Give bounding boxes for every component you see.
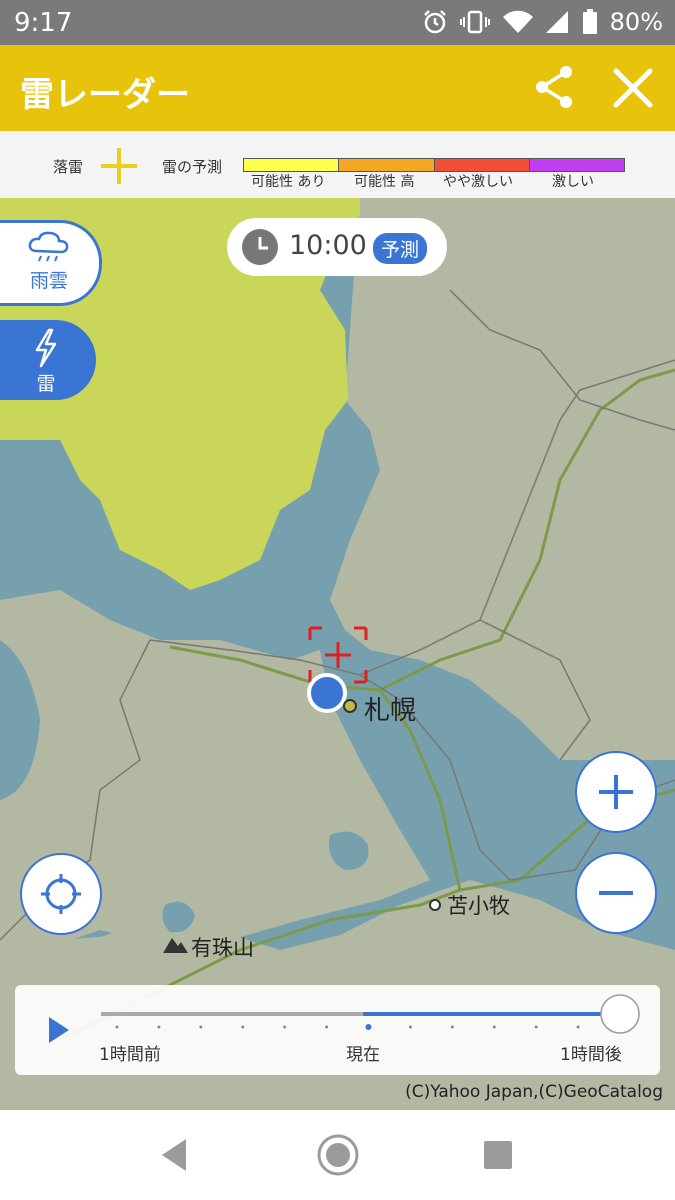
plus-icon	[599, 775, 633, 809]
clock-icon	[242, 229, 278, 265]
timeline-slider[interactable]	[95, 991, 655, 1041]
timeline-tick	[199, 1025, 203, 1029]
timeline-tick	[450, 1025, 454, 1029]
system-nav-bar	[0, 1110, 675, 1200]
battery-percent: 80%	[609, 8, 663, 36]
target-icon	[41, 874, 81, 914]
app-title: 雷レーダー	[20, 75, 190, 115]
timeline-panel: 1時間前 現在 1時間後	[15, 985, 660, 1075]
minus-icon	[599, 891, 633, 895]
layer-button-thunder[interactable]: 雷	[0, 320, 96, 400]
legend-level-label: 可能性 高	[354, 174, 415, 190]
legend-level-label: やや激しい	[443, 174, 513, 190]
forecast-time: 10:00	[289, 230, 367, 261]
forecast-badge: 予測	[373, 233, 428, 264]
legend-level-label: 可能性 あり	[251, 174, 326, 190]
layer-button-rain[interactable]: 雨雲	[0, 220, 102, 306]
battery-icon	[582, 9, 597, 34]
timeline-label-end: 1時間後	[560, 1045, 622, 1065]
status-time: 9:17	[14, 8, 73, 38]
status-bar: 9:17 80%	[0, 0, 675, 45]
place-label-sapporo: 札幌	[364, 696, 417, 726]
alarm-icon	[423, 10, 446, 34]
legend-swatch	[339, 159, 435, 171]
timeline-tick	[365, 1024, 372, 1030]
timeline-tick	[241, 1025, 245, 1029]
legend-swatch	[244, 159, 340, 171]
strike-label: 落雷	[53, 158, 84, 176]
lightning-icon	[35, 328, 57, 368]
wifi-icon	[502, 10, 533, 34]
layer-label-thunder: 雷	[36, 373, 56, 395]
legend-bar: 落雷 雷の予測 可能性 あり 可能性 高 やや激しい 激しい	[0, 131, 675, 198]
home-icon[interactable]	[316, 1133, 360, 1177]
current-location-marker	[307, 673, 347, 713]
lightning-strike-icon	[101, 148, 137, 184]
timeline-tick	[534, 1025, 538, 1029]
map-canvas[interactable]	[0, 198, 675, 1110]
rain-cloud-icon	[28, 231, 69, 262]
layer-label-rain: 雨雲	[29, 270, 68, 292]
forecast-time-display: 10:00 予測	[227, 218, 447, 276]
map-view[interactable]: 札幌 苫小牧 有珠山 雨雲 雷 10:00 予測 1時間前 現在 1時間後 (C…	[0, 198, 675, 1110]
signal-icon	[545, 11, 568, 33]
back-icon[interactable]	[158, 1137, 190, 1173]
sapporo-marker	[343, 699, 357, 713]
timeline-knob[interactable]	[600, 994, 640, 1034]
legend-swatch	[434, 159, 530, 171]
legend-color-scale	[243, 158, 625, 172]
timeline-tick	[492, 1025, 496, 1029]
map-copyright: (C)Yahoo Japan,(C)GeoCatalog	[405, 1082, 663, 1102]
forecast-label: 雷の予測	[162, 158, 223, 176]
tomakomai-marker	[429, 899, 441, 911]
legend-swatch	[529, 159, 624, 171]
timeline-tick	[408, 1025, 412, 1029]
vibrate-icon	[459, 10, 490, 34]
timeline-tick	[576, 1025, 580, 1029]
zoom-in-button[interactable]	[575, 751, 657, 833]
status-icons: 80%	[422, 8, 663, 36]
close-icon[interactable]	[608, 63, 658, 113]
timeline-tick	[157, 1025, 161, 1029]
share-icon[interactable]	[530, 63, 578, 111]
timeline-label-start: 1時間前	[99, 1045, 161, 1065]
timeline-label-now: 現在	[346, 1045, 380, 1065]
place-label-usuzan: 有珠山	[191, 936, 254, 960]
play-icon[interactable]	[45, 1015, 75, 1045]
locate-me-button[interactable]	[20, 853, 102, 935]
zoom-out-button[interactable]	[575, 852, 657, 934]
recents-icon[interactable]	[482, 1139, 514, 1171]
timeline-tick	[115, 1025, 119, 1029]
place-label-tomakomai: 苫小牧	[447, 894, 510, 918]
legend-level-label: 激しい	[552, 174, 594, 190]
timeline-tick	[283, 1025, 287, 1029]
app-bar: 雷レーダー	[0, 45, 675, 131]
timeline-tick	[325, 1025, 329, 1029]
